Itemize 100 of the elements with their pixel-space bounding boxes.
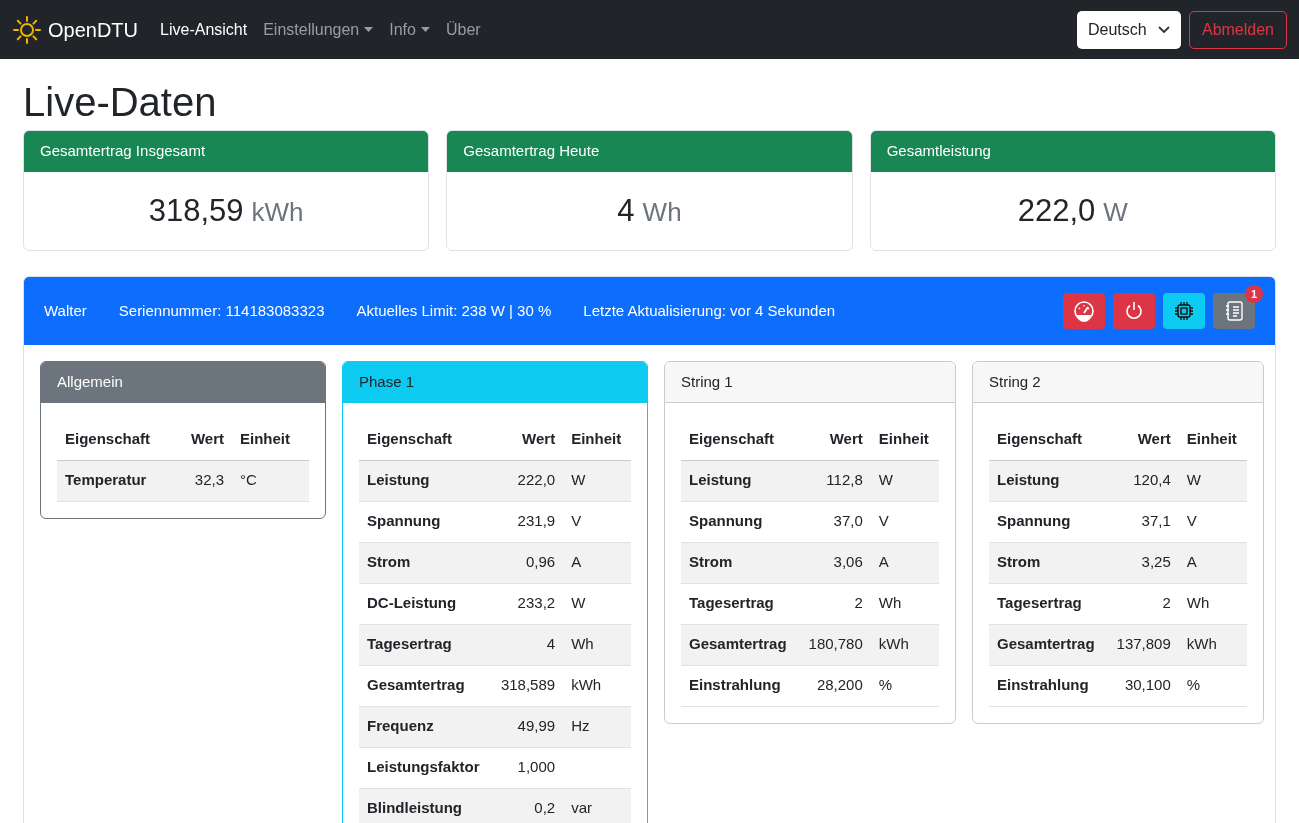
caret-icon [420,27,430,32]
property-cell: Strom [681,542,799,583]
unit-cell: V [1178,501,1247,542]
card-header: Gesamtertrag Heute [447,131,852,172]
power-button[interactable] [1113,293,1155,329]
card-header: Allgemein [41,362,325,403]
language-select[interactable]: Deutsch [1076,10,1181,49]
brand-link[interactable]: OpenDTU [48,14,139,45]
property-cell: Gesamtertrag [359,665,491,706]
value-cell: 112,8 [798,460,871,501]
gauge-icon [1073,300,1095,322]
unit-label: W [1103,196,1128,229]
column-header: Eigenschaft [57,419,175,460]
power-icon [1123,300,1145,322]
unit-cell: Hz [563,706,631,747]
unit-cell: W [563,583,631,624]
column-header: Wert [798,419,871,460]
unit-cell: A [1178,542,1247,583]
inverter-info: Seriennummer: 114183083323 [118,300,325,321]
property-cell: Einstrahlung [681,665,799,706]
property-cell: Tagesertrag [359,624,491,665]
inverter-info: Letzte Aktualisierung: vor 4 Sekunden [583,300,836,321]
unit-cell: V [563,501,631,542]
property-cell: Einstrahlung [989,665,1107,706]
chevron-down-icon [1157,25,1170,34]
property-cell: Gesamtertrag [681,624,799,665]
card-header: Gesamtertrag Insgesamt [24,131,429,172]
column-header: Eigenschaft [359,419,491,460]
column-header: Eigenschaft [681,419,799,460]
unit-cell: var [563,788,631,823]
value-cell: 0,2 [491,788,564,823]
property-cell: Leistung [681,460,799,501]
total-value: 4 [617,191,635,230]
value-cell: 318,589 [491,665,564,706]
limit-button[interactable] [1063,293,1105,329]
value-cell: 37,0 [798,501,871,542]
nav-link[interactable]: Live-Ansicht [160,17,248,42]
card-header: String 1 [665,362,955,403]
nav-link[interactable]: Einstellungen [263,17,374,42]
value-cell: 0,96 [491,542,564,583]
logout-button[interactable]: Abmelden [1188,10,1287,49]
value-cell: 2 [798,583,871,624]
value-cell: 2 [1106,583,1179,624]
property-cell: Leistung [359,460,491,501]
unit-cell: kWh [1178,624,1247,665]
value-cell: 3,06 [798,542,871,583]
card-header: Phase 1 [343,362,647,403]
cpu-chip-icon [1173,300,1195,322]
unit-cell: °C [232,460,309,501]
property-cell: DC-Leistung [359,583,491,624]
value-cell: 120,4 [1106,460,1179,501]
column-header: Wert [174,419,232,460]
value-cell: 233,2 [491,583,564,624]
value-cell: 49,99 [491,706,564,747]
unit-cell: W [563,460,631,501]
nav-link[interactable]: Info [389,17,430,42]
unit-cell: Wh [1178,583,1247,624]
card-header: Gesamtleistung [870,131,1275,172]
property-cell: Spannung [989,501,1107,542]
property-cell: Spannung [359,501,491,542]
property-cell: Strom [989,542,1107,583]
value-cell: 180,780 [798,624,871,665]
property-cell: Frequenz [359,706,491,747]
column-header: Wert [491,419,564,460]
property-cell: Strom [359,542,491,583]
notification-badge: 1 [1245,285,1263,303]
column-header: Einheit [563,419,631,460]
value-cell: 137,809 [1106,624,1179,665]
value-cell: 1,000 [491,747,564,788]
value-cell: 32,3 [174,460,232,501]
unit-cell: % [1178,665,1247,706]
inverter-info: Walter [44,300,87,321]
unit-label: Wh [642,196,682,229]
property-cell: Gesamtertrag [989,624,1107,665]
notebook-icon [1223,300,1245,322]
value-cell: 3,25 [1106,542,1179,583]
value-cell: 37,1 [1106,501,1179,542]
inverter-info: Aktuelles Limit: 238 W | 30 % [356,300,552,321]
device-info-button[interactable] [1163,293,1205,329]
column-header: Eigenschaft [989,419,1107,460]
caret-icon [364,27,374,32]
column-header: Einheit [1178,419,1247,460]
unit-cell: A [563,542,631,583]
sun-icon [12,14,42,45]
page-title: Live-Daten [23,79,218,126]
property-cell: Spannung [681,501,799,542]
property-cell: Blindleistung [359,788,491,823]
value-cell: 231,9 [491,501,564,542]
property-cell: Tagesertrag [681,583,799,624]
nav-link[interactable]: Über [445,17,481,42]
value-cell: 28,200 [798,665,871,706]
total-value: 318,59 [148,191,244,230]
card-header: String 2 [973,362,1263,403]
unit-cell: W [1178,460,1247,501]
column-header: Wert [1106,419,1179,460]
unit-cell: V [870,501,939,542]
value-cell: 30,100 [1106,665,1179,706]
unit-cell: Wh [870,583,939,624]
column-header: Einheit [232,419,309,460]
property-cell: Leistungsfaktor [359,747,491,788]
